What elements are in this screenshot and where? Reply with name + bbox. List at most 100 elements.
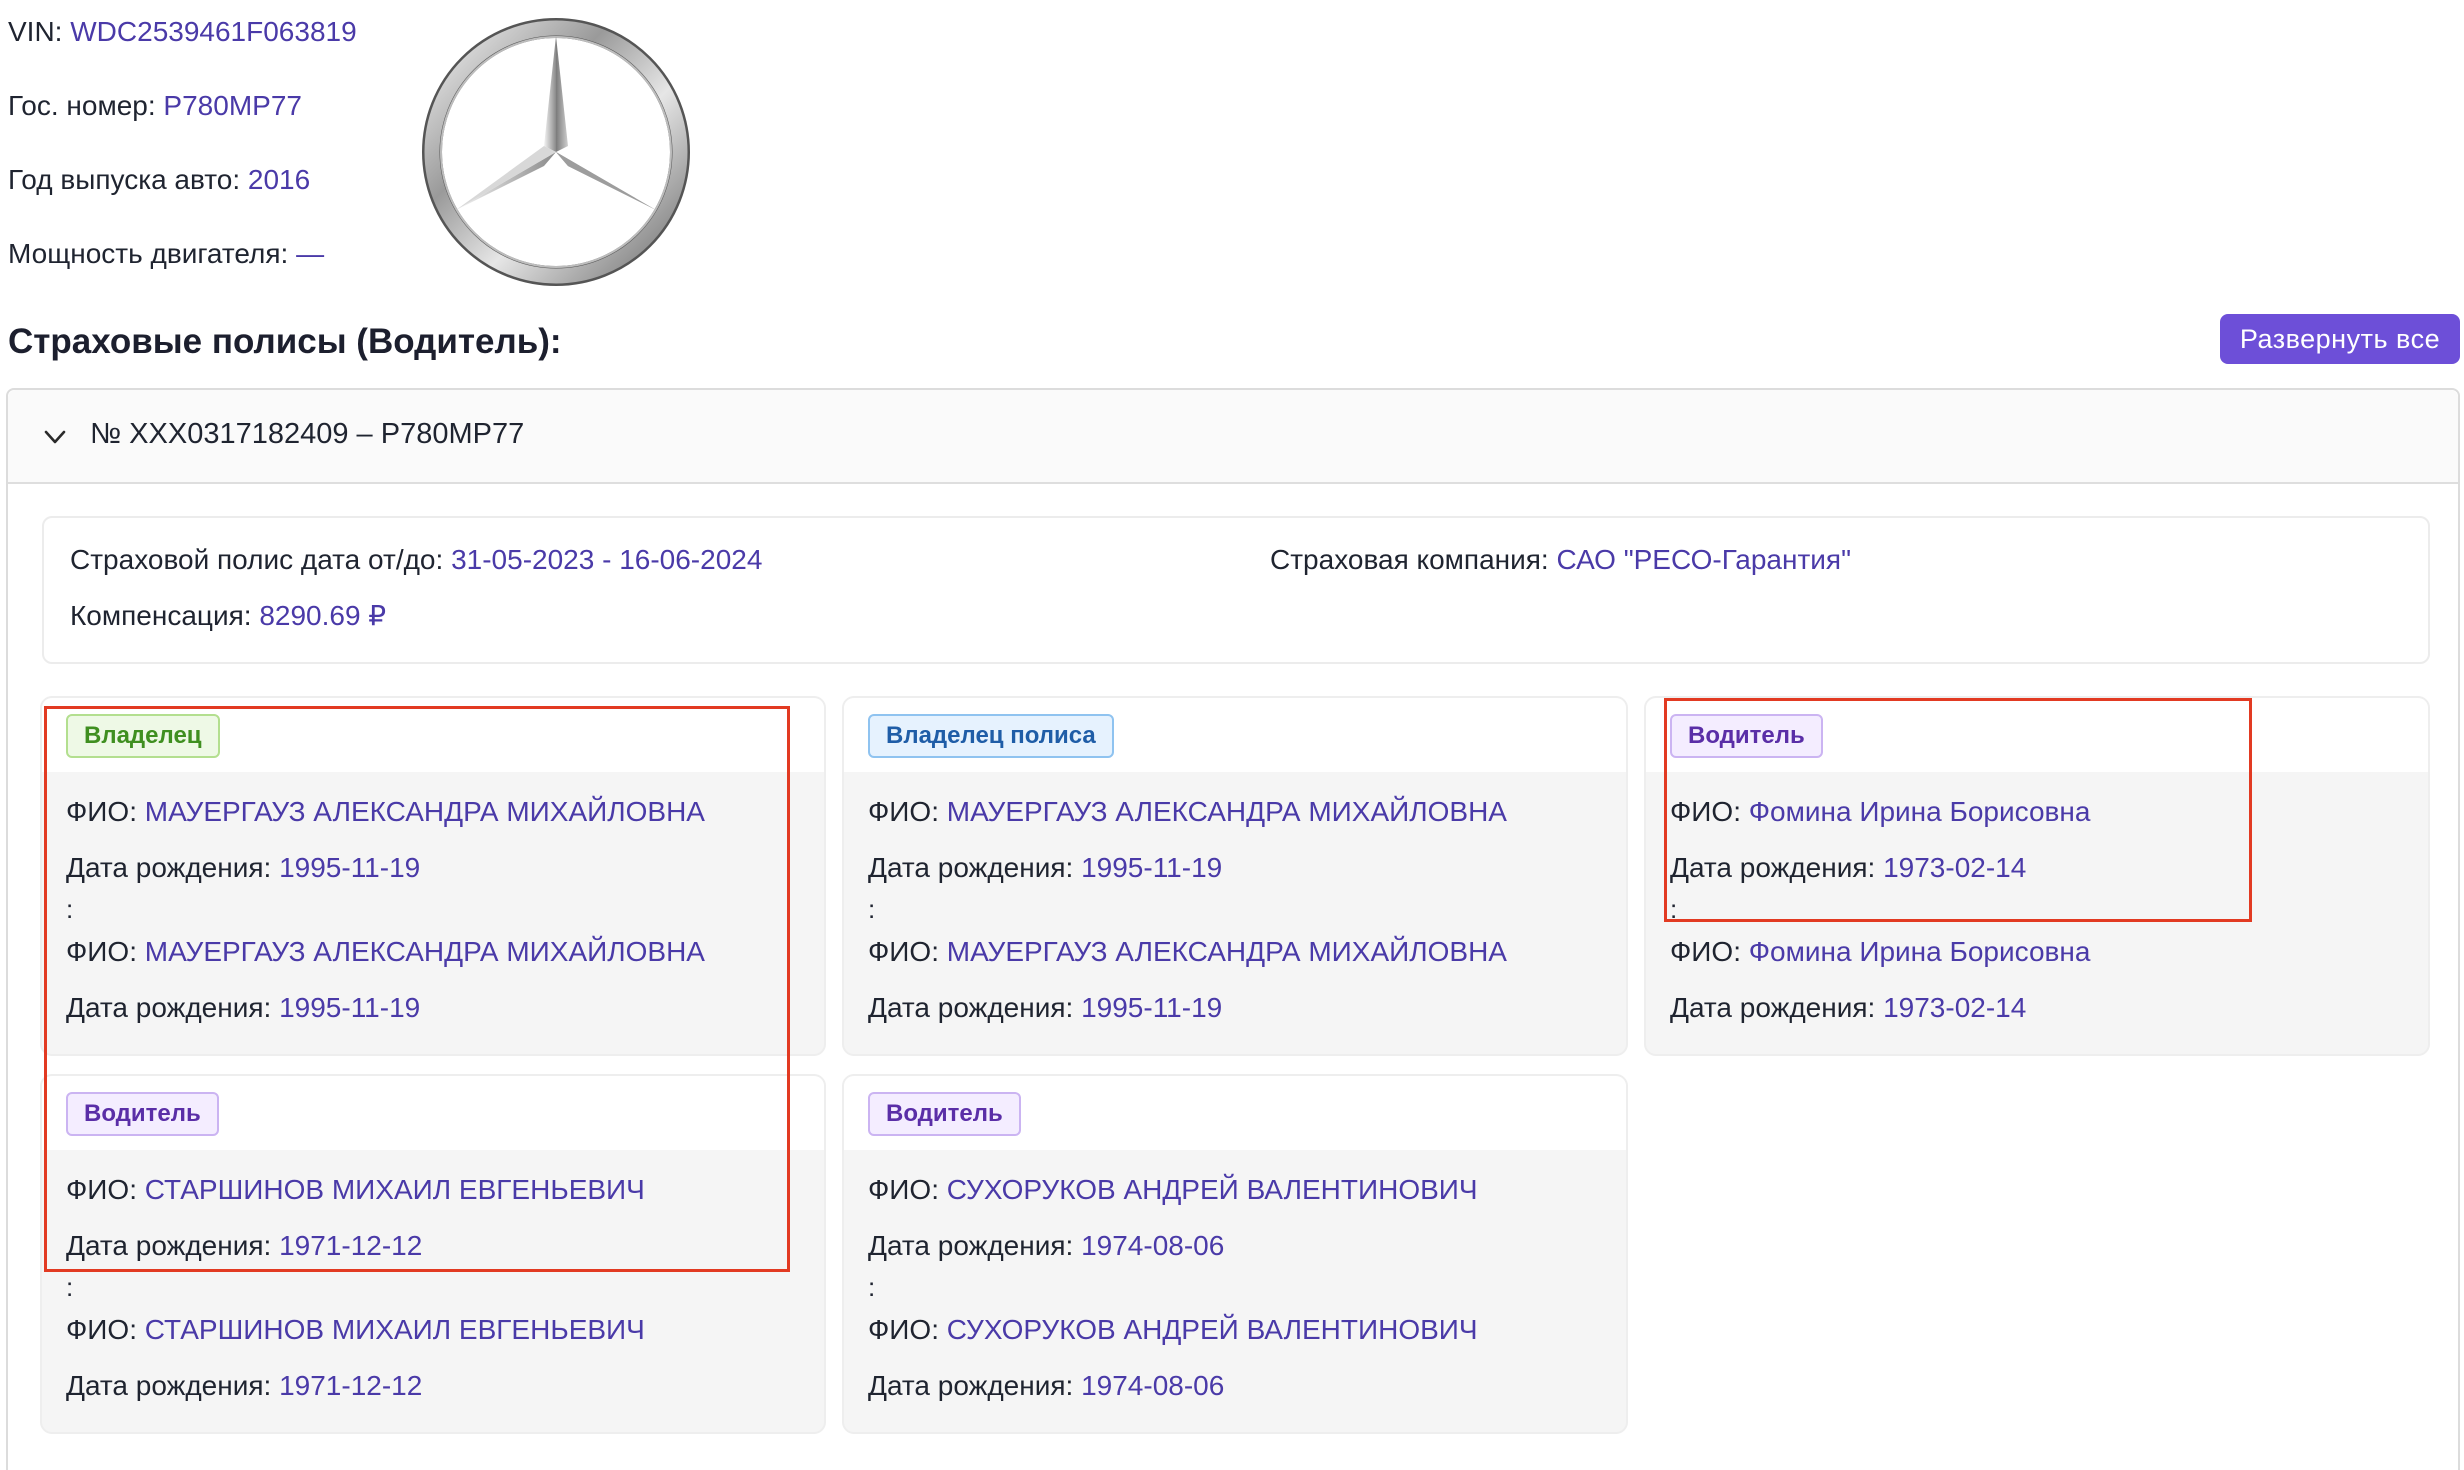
birth-value: 1973-02-14 [1883, 852, 2027, 883]
role-badge-owner: Владелец [66, 714, 220, 758]
fio-row: ФИО: МАУЕРГАУЗ АЛЕКСАНДРА МИХАЙЛОВНА [66, 934, 705, 970]
birth-value: 1974-08-06 [1081, 1370, 1225, 1401]
fio-row: ФИО: МАУЕРГАУЗ АЛЕКСАНДРА МИХАЙЛОВНА [868, 794, 1507, 830]
insurance-company-value: САО "РЕСО-Гарантия" [1556, 544, 1852, 575]
birth-value: 1974-08-06 [1081, 1230, 1225, 1261]
birth-label: Дата рождения: [868, 1370, 1074, 1401]
fio-label: ФИО: [868, 796, 939, 827]
policy-summary: Страховой полис дата от/до: 31-05-2023 -… [42, 516, 2430, 664]
birth-label: Дата рождения: [66, 992, 272, 1023]
birth-row: Дата рождения: 1973-02-14 [1670, 990, 2026, 1026]
policy-dates-line: Страховой полис дата от/до: 31-05-2023 -… [70, 542, 762, 578]
birth-value: 1995-11-19 [279, 992, 421, 1023]
birth-row: Дата рождения: 1995-11-19 [66, 850, 420, 886]
birth-label: Дата рождения: [868, 1230, 1074, 1261]
vin-value: WDC2539461F063819 [70, 16, 357, 47]
fio-row: ФИО: СУХОРУКОВ АНДРЕЙ ВАЛЕНТИНОВИЧ [868, 1172, 1478, 1208]
fio-value: МАУЕРГАУЗ АЛЕКСАНДРА МИХАЙЛОВНА [946, 796, 1507, 827]
fio-label: ФИО: [66, 936, 137, 967]
birth-row: Дата рождения: 1971-12-12 [66, 1228, 422, 1264]
fio-label: ФИО: [1670, 936, 1741, 967]
power-line: Мощность двигателя: — [8, 236, 324, 272]
fio-row: ФИО: СУХОРУКОВ АНДРЕЙ ВАЛЕНТИНОВИЧ [868, 1312, 1478, 1348]
birth-value: 1971-12-12 [279, 1230, 423, 1261]
fio-value: Фомина Ирина Борисовна [1748, 796, 2091, 827]
person-card: Водитель ФИО: СТАРШИНОВ МИХАИЛ ЕВГЕНЬЕВИ… [40, 1074, 826, 1434]
policy-accordion-header[interactable]: № ХХХ0317182409 – Р780МР77 [8, 390, 2458, 484]
birth-row: Дата рождения: 1995-11-19 [868, 850, 1222, 886]
year-label: Год выпуска авто: [8, 164, 241, 195]
birth-row: Дата рождения: 1974-08-06 [868, 1368, 1224, 1404]
birth-value: 1995-11-19 [279, 852, 421, 883]
vin-label: VIN: [8, 16, 63, 47]
fio-value: СУХОРУКОВ АНДРЕЙ ВАЛЕНТИНОВИЧ [946, 1314, 1478, 1345]
separator: : [1670, 894, 1678, 924]
role-badge-driver: Водитель [66, 1092, 219, 1136]
birth-row: Дата рождения: 1995-11-19 [66, 990, 420, 1026]
expand-all-button[interactable]: Развернуть все [2220, 314, 2460, 364]
birth-label: Дата рождения: [66, 1230, 272, 1261]
birth-row: Дата рождения: 1971-12-12 [66, 1368, 422, 1404]
policy-number: № ХХХ0317182409 – Р780МР77 [90, 418, 525, 450]
plate-value: Р780МР77 [163, 90, 302, 121]
birth-value: 1995-11-19 [1081, 992, 1223, 1023]
fio-row: ФИО: Фомина Ирина Борисовна [1670, 934, 2090, 970]
vin-line: VIN: WDC2539461F063819 [8, 14, 357, 50]
fio-value: СТАРШИНОВ МИХАИЛ ЕВГЕНЬЕВИЧ [144, 1174, 645, 1205]
fio-row: ФИО: Фомина Ирина Борисовна [1670, 794, 2090, 830]
plate-line: Гос. номер: Р780МР77 [8, 88, 302, 124]
fio-row: ФИО: СТАРШИНОВ МИХАИЛ ЕВГЕНЬЕВИЧ [66, 1172, 645, 1208]
fio-value: СТАРШИНОВ МИХАИЛ ЕВГЕНЬЕВИЧ [144, 1314, 645, 1345]
power-label: Мощность двигателя: [8, 238, 289, 269]
birth-label: Дата рождения: [66, 852, 272, 883]
policy-dates-value: 31-05-2023 - 16-06-2024 [451, 544, 763, 575]
fio-label: ФИО: [66, 1174, 137, 1205]
fio-label: ФИО: [868, 1314, 939, 1345]
fio-value: МАУЕРГАУЗ АЛЕКСАНДРА МИХАЙЛОВНА [144, 936, 705, 967]
fio-label: ФИО: [868, 1174, 939, 1205]
birth-value: 1971-12-12 [279, 1370, 423, 1401]
policy-dates-label: Страховой полис дата от/до: [70, 544, 444, 575]
birth-value: 1973-02-14 [1883, 992, 2027, 1023]
birth-label: Дата рождения: [868, 852, 1074, 883]
separator: : [66, 894, 74, 924]
fio-value: МАУЕРГАУЗ АЛЕКСАНДРА МИХАЙЛОВНА [144, 796, 705, 827]
fio-label: ФИО: [66, 1314, 137, 1345]
chevron-down-icon[interactable] [42, 424, 68, 450]
separator: : [868, 894, 876, 924]
section-title: Страховые полисы (Водитель): [8, 322, 562, 361]
compensation-line: Компенсация: 8290.69 ₽ [70, 598, 386, 634]
mercedes-star-logo-icon [422, 18, 690, 286]
fio-row: ФИО: МАУЕРГАУЗ АЛЕКСАНДРА МИХАЙЛОВНА [868, 934, 1507, 970]
birth-label: Дата рождения: [868, 992, 1074, 1023]
person-card: Владелец ФИО: МАУЕРГАУЗ АЛЕКСАНДРА МИХАЙ… [40, 696, 826, 1056]
fio-value: СУХОРУКОВ АНДРЕЙ ВАЛЕНТИНОВИЧ [946, 1174, 1478, 1205]
fio-label: ФИО: [66, 796, 137, 827]
person-card: Водитель ФИО: СУХОРУКОВ АНДРЕЙ ВАЛЕНТИНО… [842, 1074, 1628, 1434]
birth-label: Дата рождения: [1670, 852, 1876, 883]
insurance-company-label: Страховая компания: [1270, 544, 1549, 575]
fio-label: ФИО: [868, 936, 939, 967]
insurance-company-line: Страховая компания: САО "РЕСО-Гарантия" [1270, 542, 1851, 578]
year-value: 2016 [247, 164, 311, 195]
plate-label: Гос. номер: [8, 90, 156, 121]
person-card: Владелец полиса ФИО: МАУЕРГАУЗ АЛЕКСАНДР… [842, 696, 1628, 1056]
fio-label: ФИО: [1670, 796, 1741, 827]
role-badge-policy-owner: Владелец полиса [868, 714, 1114, 758]
birth-label: Дата рождения: [66, 1370, 272, 1401]
fio-value: МАУЕРГАУЗ АЛЕКСАНДРА МИХАЙЛОВНА [946, 936, 1507, 967]
fio-row: ФИО: СТАРШИНОВ МИХАИЛ ЕВГЕНЬЕВИЧ [66, 1312, 645, 1348]
compensation-label: Компенсация: [70, 600, 252, 631]
separator: : [66, 1272, 74, 1302]
person-card: Водитель ФИО: Фомина Ирина Борисовна Дат… [1644, 696, 2430, 1056]
birth-row: Дата рождения: 1974-08-06 [868, 1228, 1224, 1264]
birth-value: 1995-11-19 [1081, 852, 1223, 883]
year-line: Год выпуска авто: 2016 [8, 162, 310, 198]
fio-row: ФИО: МАУЕРГАУЗ АЛЕКСАНДРА МИХАЙЛОВНА [66, 794, 705, 830]
separator: : [868, 1272, 876, 1302]
birth-row: Дата рождения: 1973-02-14 [1670, 850, 2026, 886]
compensation-value: 8290.69 ₽ [259, 600, 387, 631]
birth-row: Дата рождения: 1995-11-19 [868, 990, 1222, 1026]
power-value: — [296, 238, 325, 269]
fio-value: Фомина Ирина Борисовна [1748, 936, 2091, 967]
